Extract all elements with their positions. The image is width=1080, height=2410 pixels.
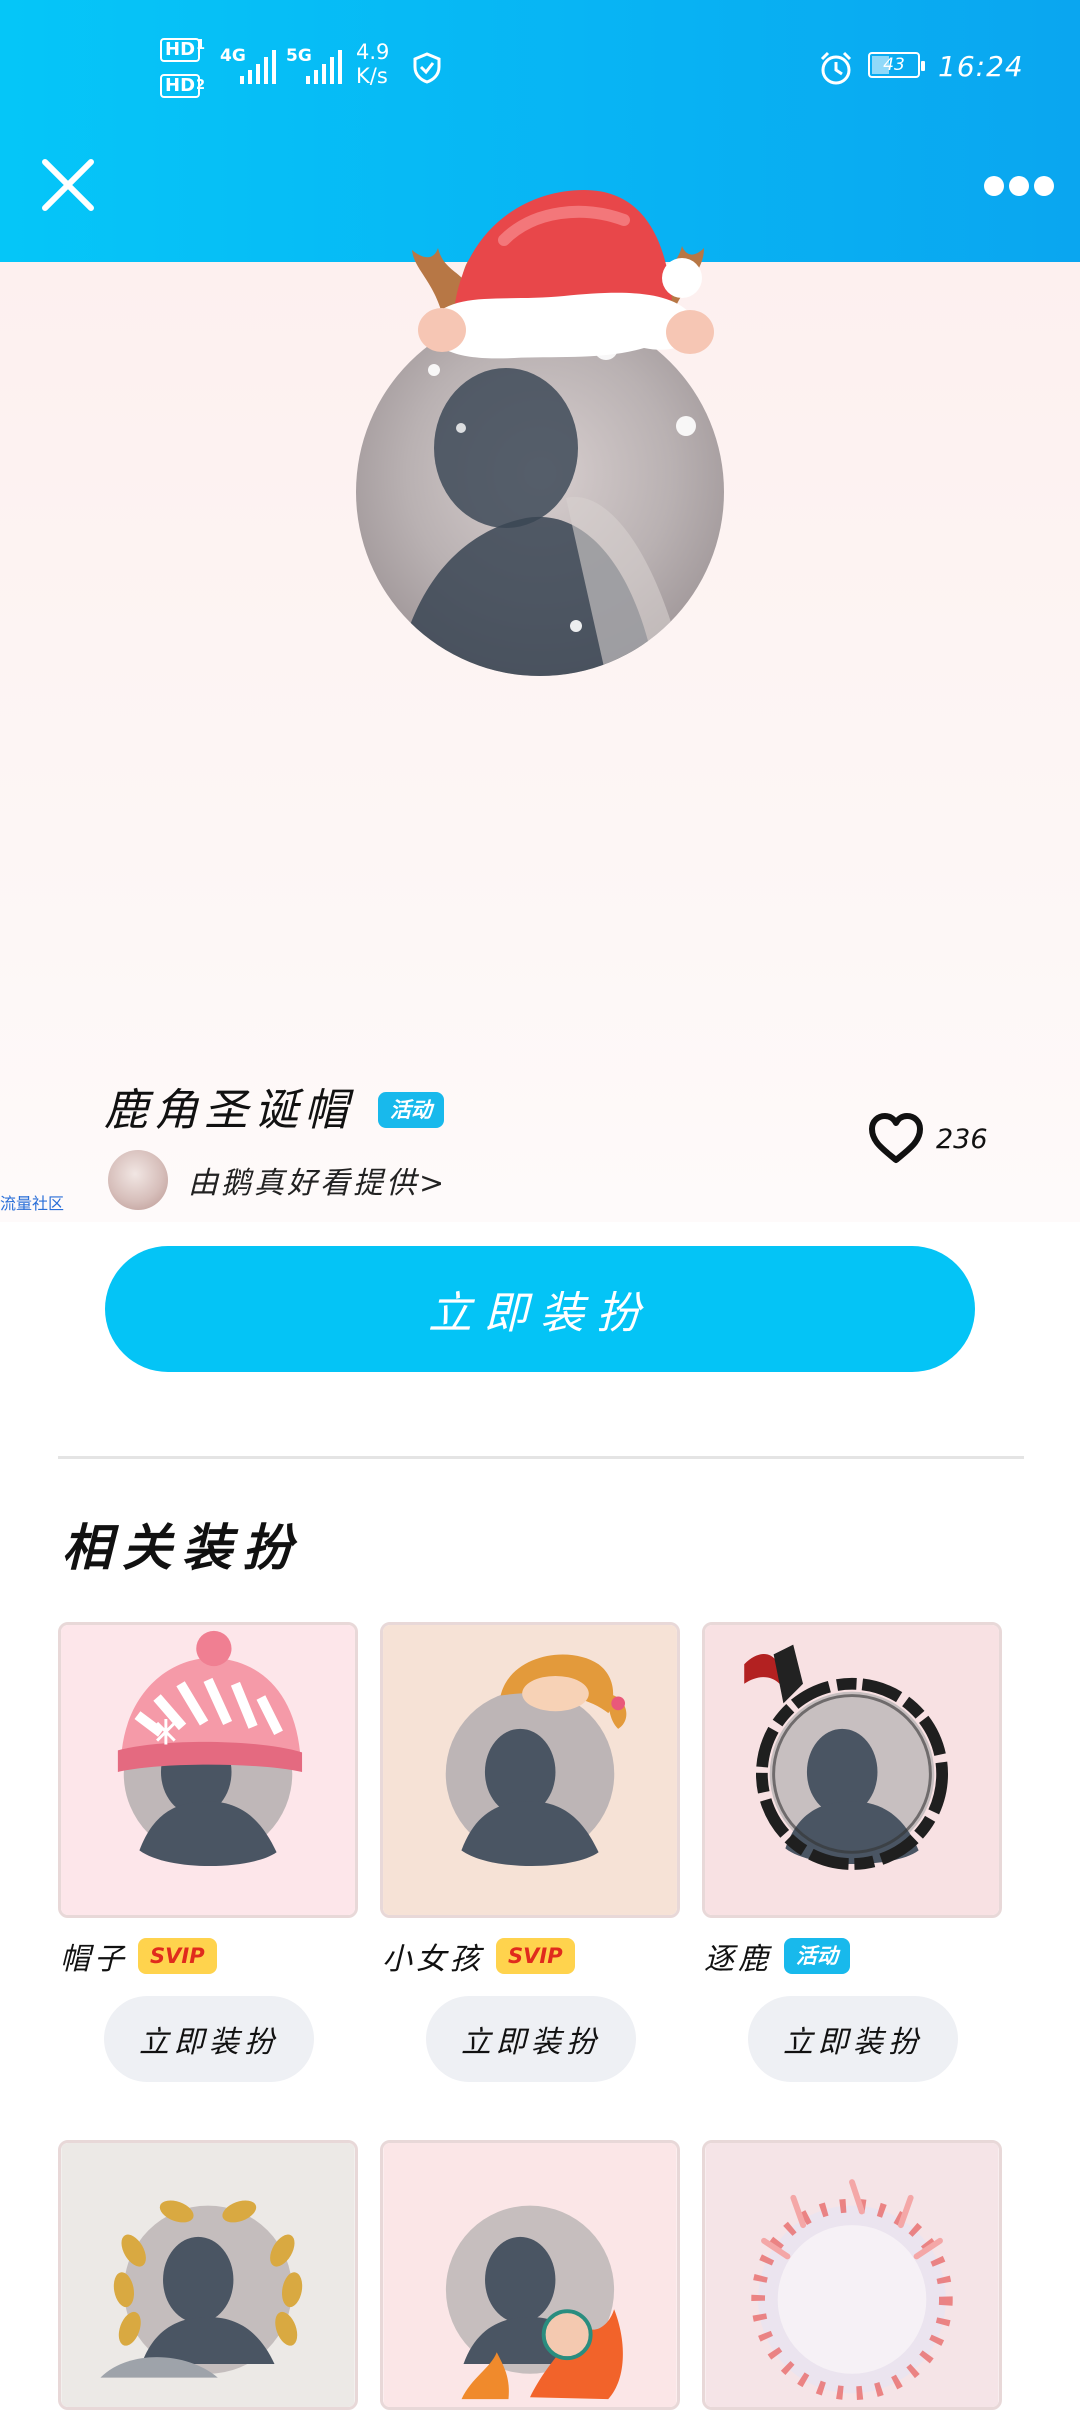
section-divider [58,1456,1024,1459]
related-card-starburst[interactable] [702,2140,1002,2410]
close-icon[interactable] [40,157,96,213]
network-speed: 4.9 K/s [356,40,389,88]
signal-2-icon [306,50,342,84]
sim1-hd-label: HD [160,38,201,62]
related-card-name: 小女孩 [382,1942,484,1977]
heart-icon[interactable] [868,1112,924,1164]
alarm-icon [820,51,852,85]
apply-button-deer-chase[interactable]: 立即装扮 [748,1996,958,2082]
related-section-title: 相关装扮 [62,1518,302,1577]
more-icon[interactable] [984,174,1054,198]
sim2-slot-label: 2 [196,78,206,93]
svip-badge: SVIP [496,1938,575,1974]
related-card-name: 帽子 [60,1942,128,1977]
clock: 16:24 [938,50,1024,83]
related-card-deer-chase[interactable] [702,1622,1002,1918]
related-card-hat[interactable] [58,1622,358,1918]
related-card-flame[interactable] [380,2140,680,2410]
signal-1-icon [240,50,276,84]
sim2-hd-label: HD [160,74,201,98]
status-bar: HD 1 HD 2 4G 5G 4.9 K/s 43 16:24 [0,0,1080,140]
shield-icon [413,52,441,84]
speed-unit: K/s [356,64,388,88]
related-card-laurel[interactable] [58,2140,358,2410]
activity-badge: 活动 [378,1092,444,1128]
related-card-name: 逐鹿 [704,1942,772,1977]
like-count: 236 [936,1124,988,1155]
related-card-little-girl[interactable] [380,1622,680,1918]
activity-badge: 活动 [784,1938,850,1974]
decoration-title: 鹿角圣诞帽 [104,1085,354,1136]
chevron-right-icon: > [419,1166,448,1201]
provider-name: 由鹅真好看提供 [188,1166,419,1201]
sim1-slot-label: 1 [196,38,206,53]
apply-button-hat[interactable]: 立即装扮 [104,1996,314,2082]
antler-santa-hat [412,190,714,359]
provider-link[interactable]: 由鹅真好看提供> [188,1158,447,1202]
battery-icon: 43 [868,52,925,78]
side-watermark-tag: 流量社区 [0,1194,65,1213]
apply-now-button[interactable]: 立即装扮 [105,1246,975,1372]
speed-value: 4.9 [356,40,390,64]
provider-avatar[interactable] [108,1150,168,1210]
battery-level: 43 [883,55,905,75]
apply-button-little-girl[interactable]: 立即装扮 [426,1996,636,2082]
svip-badge: SVIP [138,1938,217,1974]
